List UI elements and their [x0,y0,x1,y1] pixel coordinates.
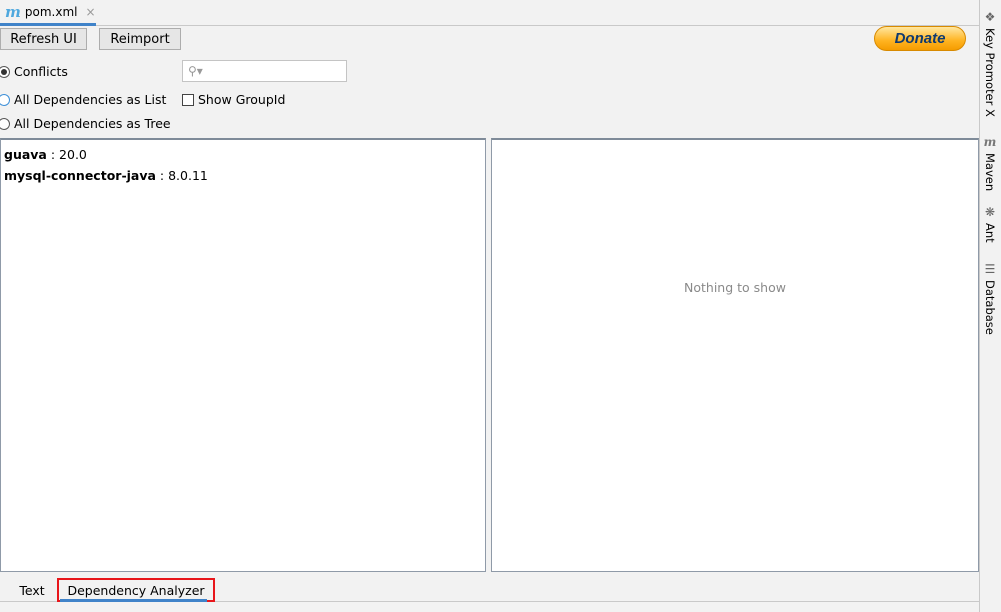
ant-icon: ❋ [984,205,996,219]
tab-label: pom.xml [24,4,78,19]
radio-label: Conflicts [14,64,68,79]
editor-tab-bar: m pom.xml × [0,0,979,26]
sidebar-label: Maven [983,153,997,192]
artifact-name: mysql-connector-java [4,168,156,183]
checkbox-label: Show GroupId [198,92,286,107]
radio-label: All Dependencies as Tree [14,116,171,131]
bottom-tab-bar: Text Dependency Analyzer [0,572,979,602]
maven-icon: m [983,135,997,149]
radio-all-tree[interactable]: All Dependencies as Tree [0,116,171,131]
detail-pane: Nothing to show [491,138,979,572]
sidebar-item-ant[interactable]: ❋ Ant [983,205,997,243]
list-item[interactable]: mysql-connector-java : 8.0.11 [4,165,482,186]
sidebar-item-maven[interactable]: m Maven [983,135,997,191]
checkbox-icon [182,93,194,106]
radio-conflicts[interactable]: Conflicts [0,64,68,79]
database-icon: ☰ [984,262,996,276]
list-item[interactable]: guava : 20.0 [4,144,482,165]
key-promoter-icon: ❖ [984,10,996,24]
search-input[interactable]: ⚲▾ [182,60,347,82]
radio-all-list[interactable]: All Dependencies as List [0,92,166,107]
dependency-list: guava : 20.0 mysql-connector-java : 8.0.… [0,138,486,572]
sidebar-item-key-promoter[interactable]: ❖ Key Promoter X [983,10,997,117]
sidebar-item-database[interactable]: ☰ Database [983,262,997,335]
close-icon[interactable]: × [85,5,95,19]
search-icon: ⚲▾ [188,64,203,78]
radio-icon [0,93,10,106]
sidebar-label: Database [983,280,997,335]
maven-icon: m [5,2,21,21]
donate-button[interactable]: Donate [874,26,966,51]
artifact-version: : 8.0.11 [155,168,208,183]
sidebar-label: Ant [983,223,997,243]
artifact-name: guava [4,147,47,162]
tab-pom-xml[interactable]: m pom.xml × [0,0,96,26]
empty-message: Nothing to show [684,280,786,295]
tool-window-sidebar: ❖ Key Promoter X m Maven ❋ Ant ☰ Database [979,0,1001,612]
artifact-version: : 20.0 [46,147,87,162]
active-tab-indicator [60,599,207,602]
radio-icon [0,117,10,130]
reimport-button[interactable]: Reimport [99,28,181,50]
radio-label: All Dependencies as List [14,92,167,107]
show-groupid-checkbox[interactable]: Show GroupId [182,92,285,107]
radio-selected-icon [0,65,10,78]
tab-text[interactable]: Text [10,578,54,602]
refresh-ui-button[interactable]: Refresh UI [0,28,87,50]
sidebar-label: Key Promoter X [983,28,997,117]
